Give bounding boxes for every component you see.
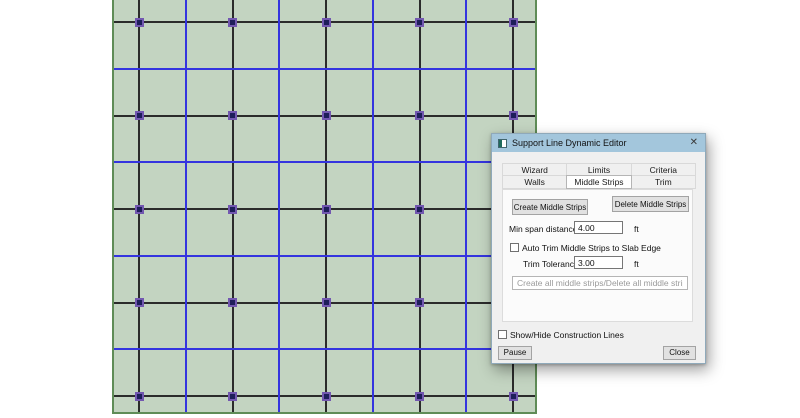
dialog-title: Support Line Dynamic Editor bbox=[512, 138, 627, 148]
support-line-vertical[interactable] bbox=[465, 0, 467, 412]
tab-middle-strips[interactable]: Middle Strips bbox=[566, 175, 631, 189]
create-middle-strips-button[interactable]: Create Middle Strips bbox=[512, 199, 588, 215]
slab-region[interactable] bbox=[112, 0, 537, 414]
support-line-horizontal[interactable] bbox=[114, 255, 535, 257]
support-line-horizontal[interactable] bbox=[114, 68, 535, 70]
column-node[interactable] bbox=[135, 392, 144, 401]
tab-row-2: Walls Middle Strips Trim bbox=[502, 176, 695, 189]
app-viewport: Support Line Dynamic Editor ✕ Wizard Lim… bbox=[0, 0, 800, 418]
show-hide-construction-lines-checkbox[interactable] bbox=[498, 330, 507, 339]
support-line-horizontal[interactable] bbox=[114, 348, 535, 350]
column-node[interactable] bbox=[228, 18, 237, 27]
tab-trim[interactable]: Trim bbox=[631, 175, 696, 189]
middle-strips-panel: Create Middle Strips Delete Middle Strip… bbox=[502, 189, 693, 322]
support-line-horizontal[interactable] bbox=[114, 161, 535, 163]
column-node[interactable] bbox=[135, 18, 144, 27]
column-node[interactable] bbox=[509, 111, 518, 120]
column-node[interactable] bbox=[135, 111, 144, 120]
column-node[interactable] bbox=[228, 111, 237, 120]
trim-tolerance-label: Trim Tolerance bbox=[523, 259, 579, 269]
support-line-vertical[interactable] bbox=[185, 0, 187, 412]
column-node[interactable] bbox=[228, 392, 237, 401]
tab-walls[interactable]: Walls bbox=[502, 175, 567, 189]
column-node[interactable] bbox=[228, 205, 237, 214]
column-node[interactable] bbox=[322, 205, 331, 214]
strips-hint-input[interactable] bbox=[512, 276, 688, 290]
delete-middle-strips-button[interactable]: Delete Middle Strips bbox=[612, 196, 689, 212]
column-node[interactable] bbox=[415, 205, 424, 214]
column-node[interactable] bbox=[135, 205, 144, 214]
column-node[interactable] bbox=[509, 18, 518, 27]
column-node[interactable] bbox=[228, 298, 237, 307]
show-hide-construction-lines-label: Show/Hide Construction Lines bbox=[510, 330, 624, 340]
column-node[interactable] bbox=[509, 392, 518, 401]
auto-trim-label: Auto Trim Middle Strips to Slab Edge bbox=[522, 243, 661, 253]
pause-button[interactable]: Pause bbox=[498, 346, 532, 360]
column-node[interactable] bbox=[322, 392, 331, 401]
support-line-vertical[interactable] bbox=[278, 0, 280, 412]
column-node[interactable] bbox=[415, 18, 424, 27]
support-line-editor-dialog: Support Line Dynamic Editor ✕ Wizard Lim… bbox=[491, 133, 706, 364]
trim-tolerance-input[interactable] bbox=[574, 256, 623, 269]
column-node[interactable] bbox=[322, 18, 331, 27]
column-node[interactable] bbox=[322, 111, 331, 120]
trim-tolerance-unit-label: ft bbox=[634, 259, 639, 269]
column-node[interactable] bbox=[415, 111, 424, 120]
close-button[interactable]: Close bbox=[663, 346, 696, 360]
tab-control: Wizard Limits Criteria Walls Middle Stri… bbox=[502, 163, 695, 189]
window-icon bbox=[498, 139, 507, 148]
min-span-distance-label: Min span distance bbox=[509, 224, 578, 234]
min-span-unit-label: ft bbox=[634, 224, 639, 234]
column-node[interactable] bbox=[415, 298, 424, 307]
close-icon[interactable]: ✕ bbox=[690, 138, 698, 148]
column-node[interactable] bbox=[322, 298, 331, 307]
min-span-distance-input[interactable] bbox=[574, 221, 623, 234]
auto-trim-checkbox[interactable] bbox=[510, 243, 519, 252]
column-node[interactable] bbox=[415, 392, 424, 401]
column-node[interactable] bbox=[135, 298, 144, 307]
support-line-vertical[interactable] bbox=[372, 0, 374, 412]
dialog-titlebar[interactable]: Support Line Dynamic Editor ✕ bbox=[492, 134, 705, 152]
